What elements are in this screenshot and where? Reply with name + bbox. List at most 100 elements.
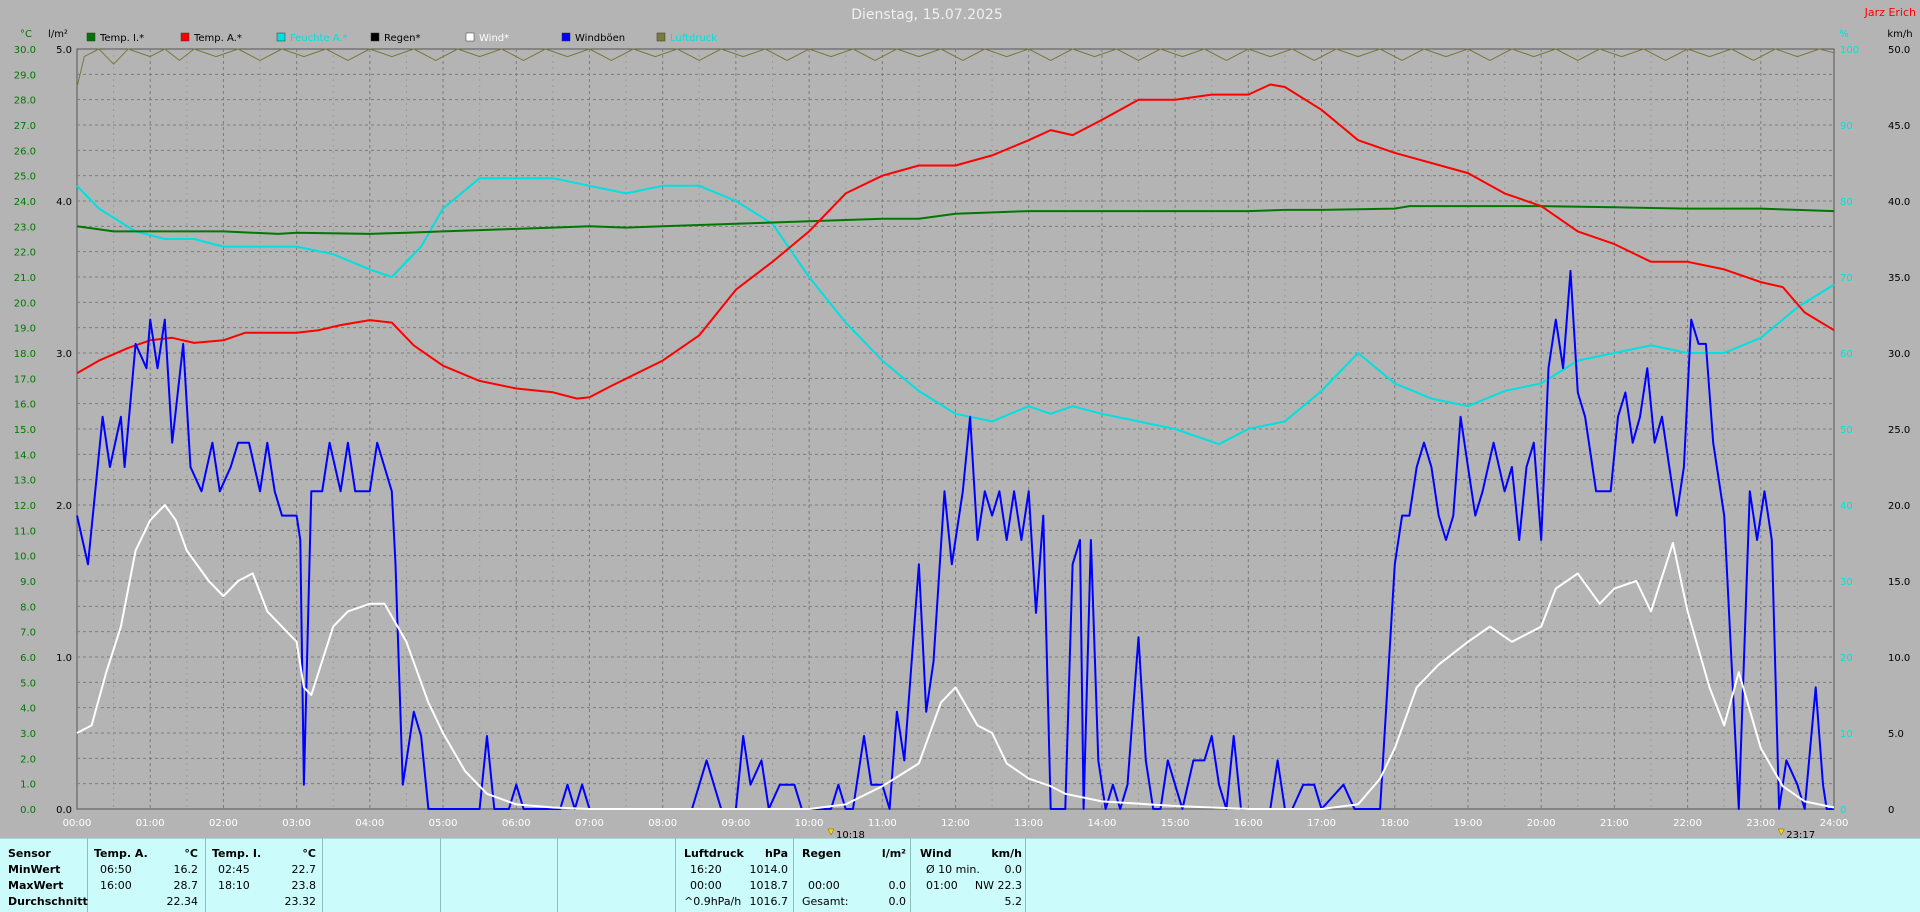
percent-tick-label: 40	[1840, 501, 1853, 512]
wind-tick-label: 40.0	[1888, 197, 1910, 208]
wind-tick-label: 35.0	[1888, 273, 1910, 284]
temp-a-max-time: 16:00	[100, 879, 132, 892]
percent-tick-label: 0	[1840, 805, 1846, 816]
temp-tick-label: 28.0	[14, 96, 36, 107]
percent-tick-label: 100	[1840, 45, 1859, 56]
wind-tick-label: 30.0	[1888, 349, 1910, 360]
x-tick-label: 06:00	[502, 818, 531, 829]
pressure-min-time: 16:20	[690, 863, 722, 876]
rain-total-label: Gesamt:	[802, 895, 849, 908]
temp-a-header: Temp. A.	[94, 847, 148, 860]
temp-a-avg: 22.34	[166, 895, 199, 908]
x-tick-label: 15:00	[1161, 818, 1190, 829]
temp-tick-label: 21.0	[14, 273, 36, 284]
temp-tick-label: 16.0	[14, 400, 36, 411]
temp-tick-label: 8.0	[20, 602, 36, 613]
legend-swatch	[180, 32, 190, 42]
temp-tick-label: 14.0	[14, 450, 36, 461]
rain-tick-label: 4.0	[56, 197, 72, 208]
rain-tick-label: 1.0	[56, 653, 72, 664]
temp-tick-label: 18.0	[14, 349, 36, 360]
rain-tick-label: 0.0	[56, 805, 72, 816]
stats-panel: Sensor MinWert MaxWert Durchschnitt Temp…	[0, 838, 1920, 912]
rain-tick-label: 2.0	[56, 501, 72, 512]
temp-tick-label: 13.0	[14, 476, 36, 487]
temp-i-unit: °C	[302, 847, 316, 860]
wind-header: Wind	[920, 847, 952, 860]
temp-tick-label: 29.0	[14, 70, 36, 81]
time-marker-icon	[1777, 828, 1785, 836]
pressure-min: 1014.0	[749, 863, 789, 876]
x-tick-label: 23:00	[1746, 818, 1775, 829]
rain-max-time: 00:00	[808, 879, 840, 892]
temp-tick-label: 19.0	[14, 324, 36, 335]
wind-max: NW 22.3	[974, 879, 1022, 892]
x-tick-label: 04:00	[355, 818, 384, 829]
x-tick-label: 16:00	[1234, 818, 1263, 829]
temp-i-header: Temp. I.	[212, 847, 262, 860]
temp-a-unit: °C	[184, 847, 198, 860]
rain-max: 0.0	[888, 879, 907, 892]
temp-tick-label: 5.0	[20, 678, 36, 689]
legend-swatch	[656, 32, 666, 42]
x-tick-label: 01:00	[136, 818, 165, 829]
temp-a-min-time: 06:50	[100, 863, 132, 876]
legend-label: Temp. A.*	[193, 33, 242, 44]
chart-title: Dienstag, 15.07.2025	[851, 7, 1002, 23]
wind-tick-label: 45.0	[1888, 121, 1910, 132]
percent-tick-label: 20	[1840, 653, 1853, 664]
percent-tick-label: 10	[1840, 729, 1853, 740]
temp-i-max: 23.8	[291, 879, 317, 892]
wind-tick-label: 0	[1888, 805, 1894, 816]
temp-i-min: 22.7	[291, 863, 317, 876]
temp-unit-label: °C	[20, 29, 32, 40]
legend-label: Regen*	[384, 33, 421, 44]
temp-tick-label: 23.0	[14, 222, 36, 233]
temp-tick-label: 7.0	[20, 628, 36, 639]
pressure-unit: hPa	[764, 847, 788, 860]
percent-tick-label: 30	[1840, 577, 1853, 588]
x-tick-label: 08:00	[648, 818, 677, 829]
legend-label: Luftdruck	[670, 33, 717, 44]
percent-tick-label: 70	[1840, 273, 1853, 284]
wind-tick-label: 20.0	[1888, 501, 1910, 512]
temp-i-avg: 23.32	[284, 895, 317, 908]
legend-label: Temp. I.*	[99, 33, 144, 44]
percent-tick-label: 60	[1840, 349, 1853, 360]
temp-tick-label: 25.0	[14, 172, 36, 183]
temp-tick-label: 30.0	[14, 45, 36, 56]
x-tick-label: 21:00	[1600, 818, 1629, 829]
rain-total: 0.0	[888, 895, 907, 908]
temp-tick-label: 26.0	[14, 146, 36, 157]
stats-sensor-header: Sensor	[8, 847, 51, 860]
wind-tick-label: 25.0	[1888, 425, 1910, 436]
percent-tick-label: 90	[1840, 121, 1853, 132]
temp-tick-label: 4.0	[20, 704, 36, 715]
temp-tick-label: 27.0	[14, 121, 36, 132]
legend-label: Wind*	[479, 33, 509, 44]
temp-tick-label: 0.0	[20, 805, 36, 816]
temp-tick-label: 3.0	[20, 729, 36, 740]
stats-row-min: MinWert	[8, 863, 61, 876]
rain-header: Regen	[802, 847, 842, 860]
temp-tick-label: 6.0	[20, 653, 36, 664]
weather-chart: 0.0 1.0 2.0 3.0 4.0 5.0 6.0 7.0 8.0 9.0 10.0 11.0 12…	[14, 6, 1916, 838]
rain-unit: l/m²	[881, 847, 906, 860]
temp-tick-label: 10.0	[14, 552, 36, 563]
percent-unit-label: %	[1839, 29, 1849, 40]
wind-tick-label: 10.0	[1888, 653, 1910, 664]
x-tick-label: 10:00	[795, 818, 824, 829]
x-tick-label: 03:00	[282, 818, 311, 829]
temp-i-min-time: 02:45	[218, 863, 250, 876]
temp-tick-label: 20.0	[14, 298, 36, 309]
temp-tick-label: 12.0	[14, 501, 36, 512]
legend-swatch	[86, 32, 96, 42]
x-tick-label: 00:00	[63, 818, 92, 829]
temp-tick-label: 1.0	[20, 780, 36, 791]
x-tick-label: 18:00	[1380, 818, 1409, 829]
legend-swatch	[370, 32, 380, 42]
legend-swatch	[276, 32, 286, 42]
time-marker-icon	[827, 828, 835, 836]
temp-tick-label: 15.0	[14, 425, 36, 436]
x-tick-label: 09:00	[721, 818, 750, 829]
